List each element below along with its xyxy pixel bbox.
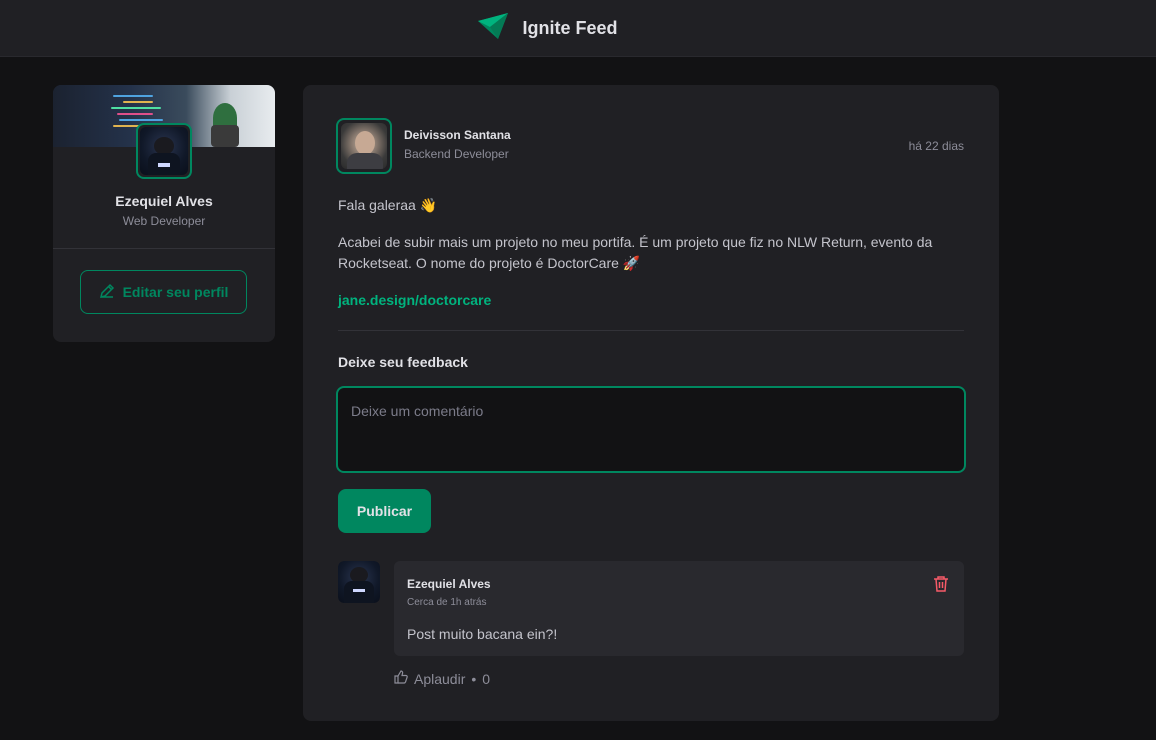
comment-text: Post muito bacana ein?! (407, 626, 558, 642)
profile-avatar[interactable] (136, 123, 192, 179)
comment-avatar[interactable] (338, 561, 380, 603)
post-paragraph: Acabei de subir mais um projeto no meu p… (338, 234, 933, 271)
paper-plane-logo-icon (478, 12, 509, 44)
comment-card: Ezequiel Alves Cerca de 1h atrás Post mu… (394, 561, 964, 656)
divider (338, 330, 964, 331)
applaud-label: Aplaudir (414, 670, 466, 687)
applaud-button[interactable]: Aplaudir • 0 (394, 670, 490, 687)
author-role: Backend Developer (404, 147, 509, 161)
pencil-icon (99, 283, 115, 302)
edit-profile-button[interactable]: Editar seu perfil (80, 270, 247, 314)
applaud-count: 0 (482, 670, 491, 687)
publish-button[interactable]: Publicar (338, 489, 431, 533)
post-link[interactable]: jane.design/doctorcare (338, 292, 491, 308)
comment-input[interactable] (336, 386, 966, 473)
author-name: Deivisson Santana (404, 128, 511, 142)
divider (53, 248, 275, 249)
post-time: há 22 dias (908, 139, 964, 153)
post-card: Deivisson Santana Backend Developer há 2… (303, 85, 999, 721)
post-paragraph: Fala galeraa 👋 (338, 197, 438, 213)
applaud-separator: • (471, 670, 477, 687)
profile-sidebar: Ezequiel Alves Web Developer Editar seu … (53, 85, 275, 342)
comment-time: Cerca de 1h atrás (407, 597, 487, 608)
profile-role: Web Developer (122, 214, 206, 228)
trash-icon[interactable] (932, 575, 950, 598)
author-avatar[interactable] (336, 118, 392, 174)
edit-profile-label: Editar seu perfil (122, 284, 229, 300)
profile-name: Ezequiel Alves (115, 193, 213, 209)
app-header: Ignite Feed (0, 0, 1156, 57)
comment-author: Ezequiel Alves (407, 577, 491, 591)
logo: Ignite Feed (478, 12, 618, 44)
post-content: Fala galeraa 👋 Acabei de subir mais um p… (338, 195, 968, 327)
app-title: Ignite Feed (522, 17, 618, 38)
feedback-title: Deixe seu feedback (338, 354, 468, 370)
thumbs-up-icon (394, 670, 408, 687)
